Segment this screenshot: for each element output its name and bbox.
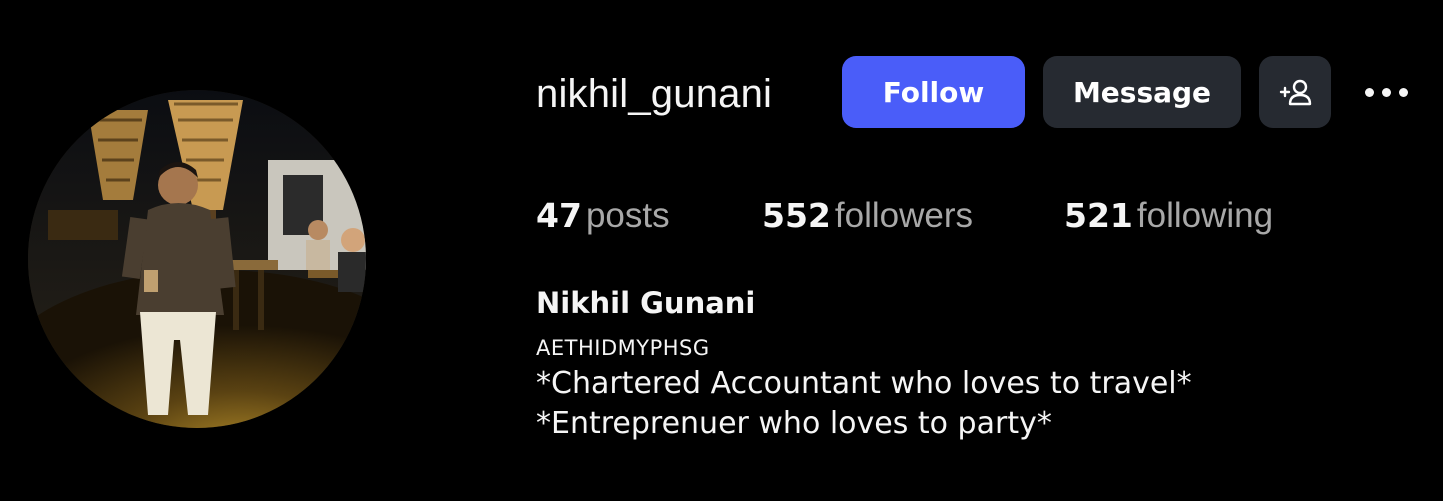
follow-button[interactable]: Follow	[842, 56, 1025, 128]
suggested-accounts-button[interactable]	[1259, 56, 1331, 128]
posts-number: 47	[536, 196, 582, 235]
posts-count: 47 posts	[536, 194, 670, 238]
profile-category: AETHIDMYPHSG	[536, 336, 710, 360]
profile-avatar[interactable]	[28, 90, 366, 428]
more-dot	[1364, 87, 1374, 97]
followers-number: 552	[762, 196, 831, 235]
message-button[interactable]: Message	[1043, 56, 1241, 128]
more-options-icon[interactable]	[1356, 76, 1416, 108]
profile-username: nikhil_gunani	[536, 72, 773, 116]
bio-line: *Chartered Accountant who loves to trave…	[536, 366, 1192, 401]
following-label: following	[1136, 196, 1274, 235]
following-link[interactable]: 521 following	[1064, 194, 1273, 238]
more-dot	[1398, 87, 1408, 97]
bio-line: *Entreprenuer who loves to party*	[536, 406, 1052, 441]
profile-full-name: Nikhil Gunani	[536, 286, 756, 320]
add-person-icon	[1279, 79, 1312, 106]
posts-label: posts	[585, 196, 670, 235]
profile-photo	[28, 90, 366, 428]
followers-link[interactable]: 552 followers	[762, 194, 973, 238]
following-number: 521	[1064, 196, 1133, 235]
profile-header: nikhil_gunani Follow Message 47 posts 552…	[0, 0, 1443, 501]
followers-label: followers	[834, 196, 973, 235]
more-dot	[1381, 87, 1391, 97]
